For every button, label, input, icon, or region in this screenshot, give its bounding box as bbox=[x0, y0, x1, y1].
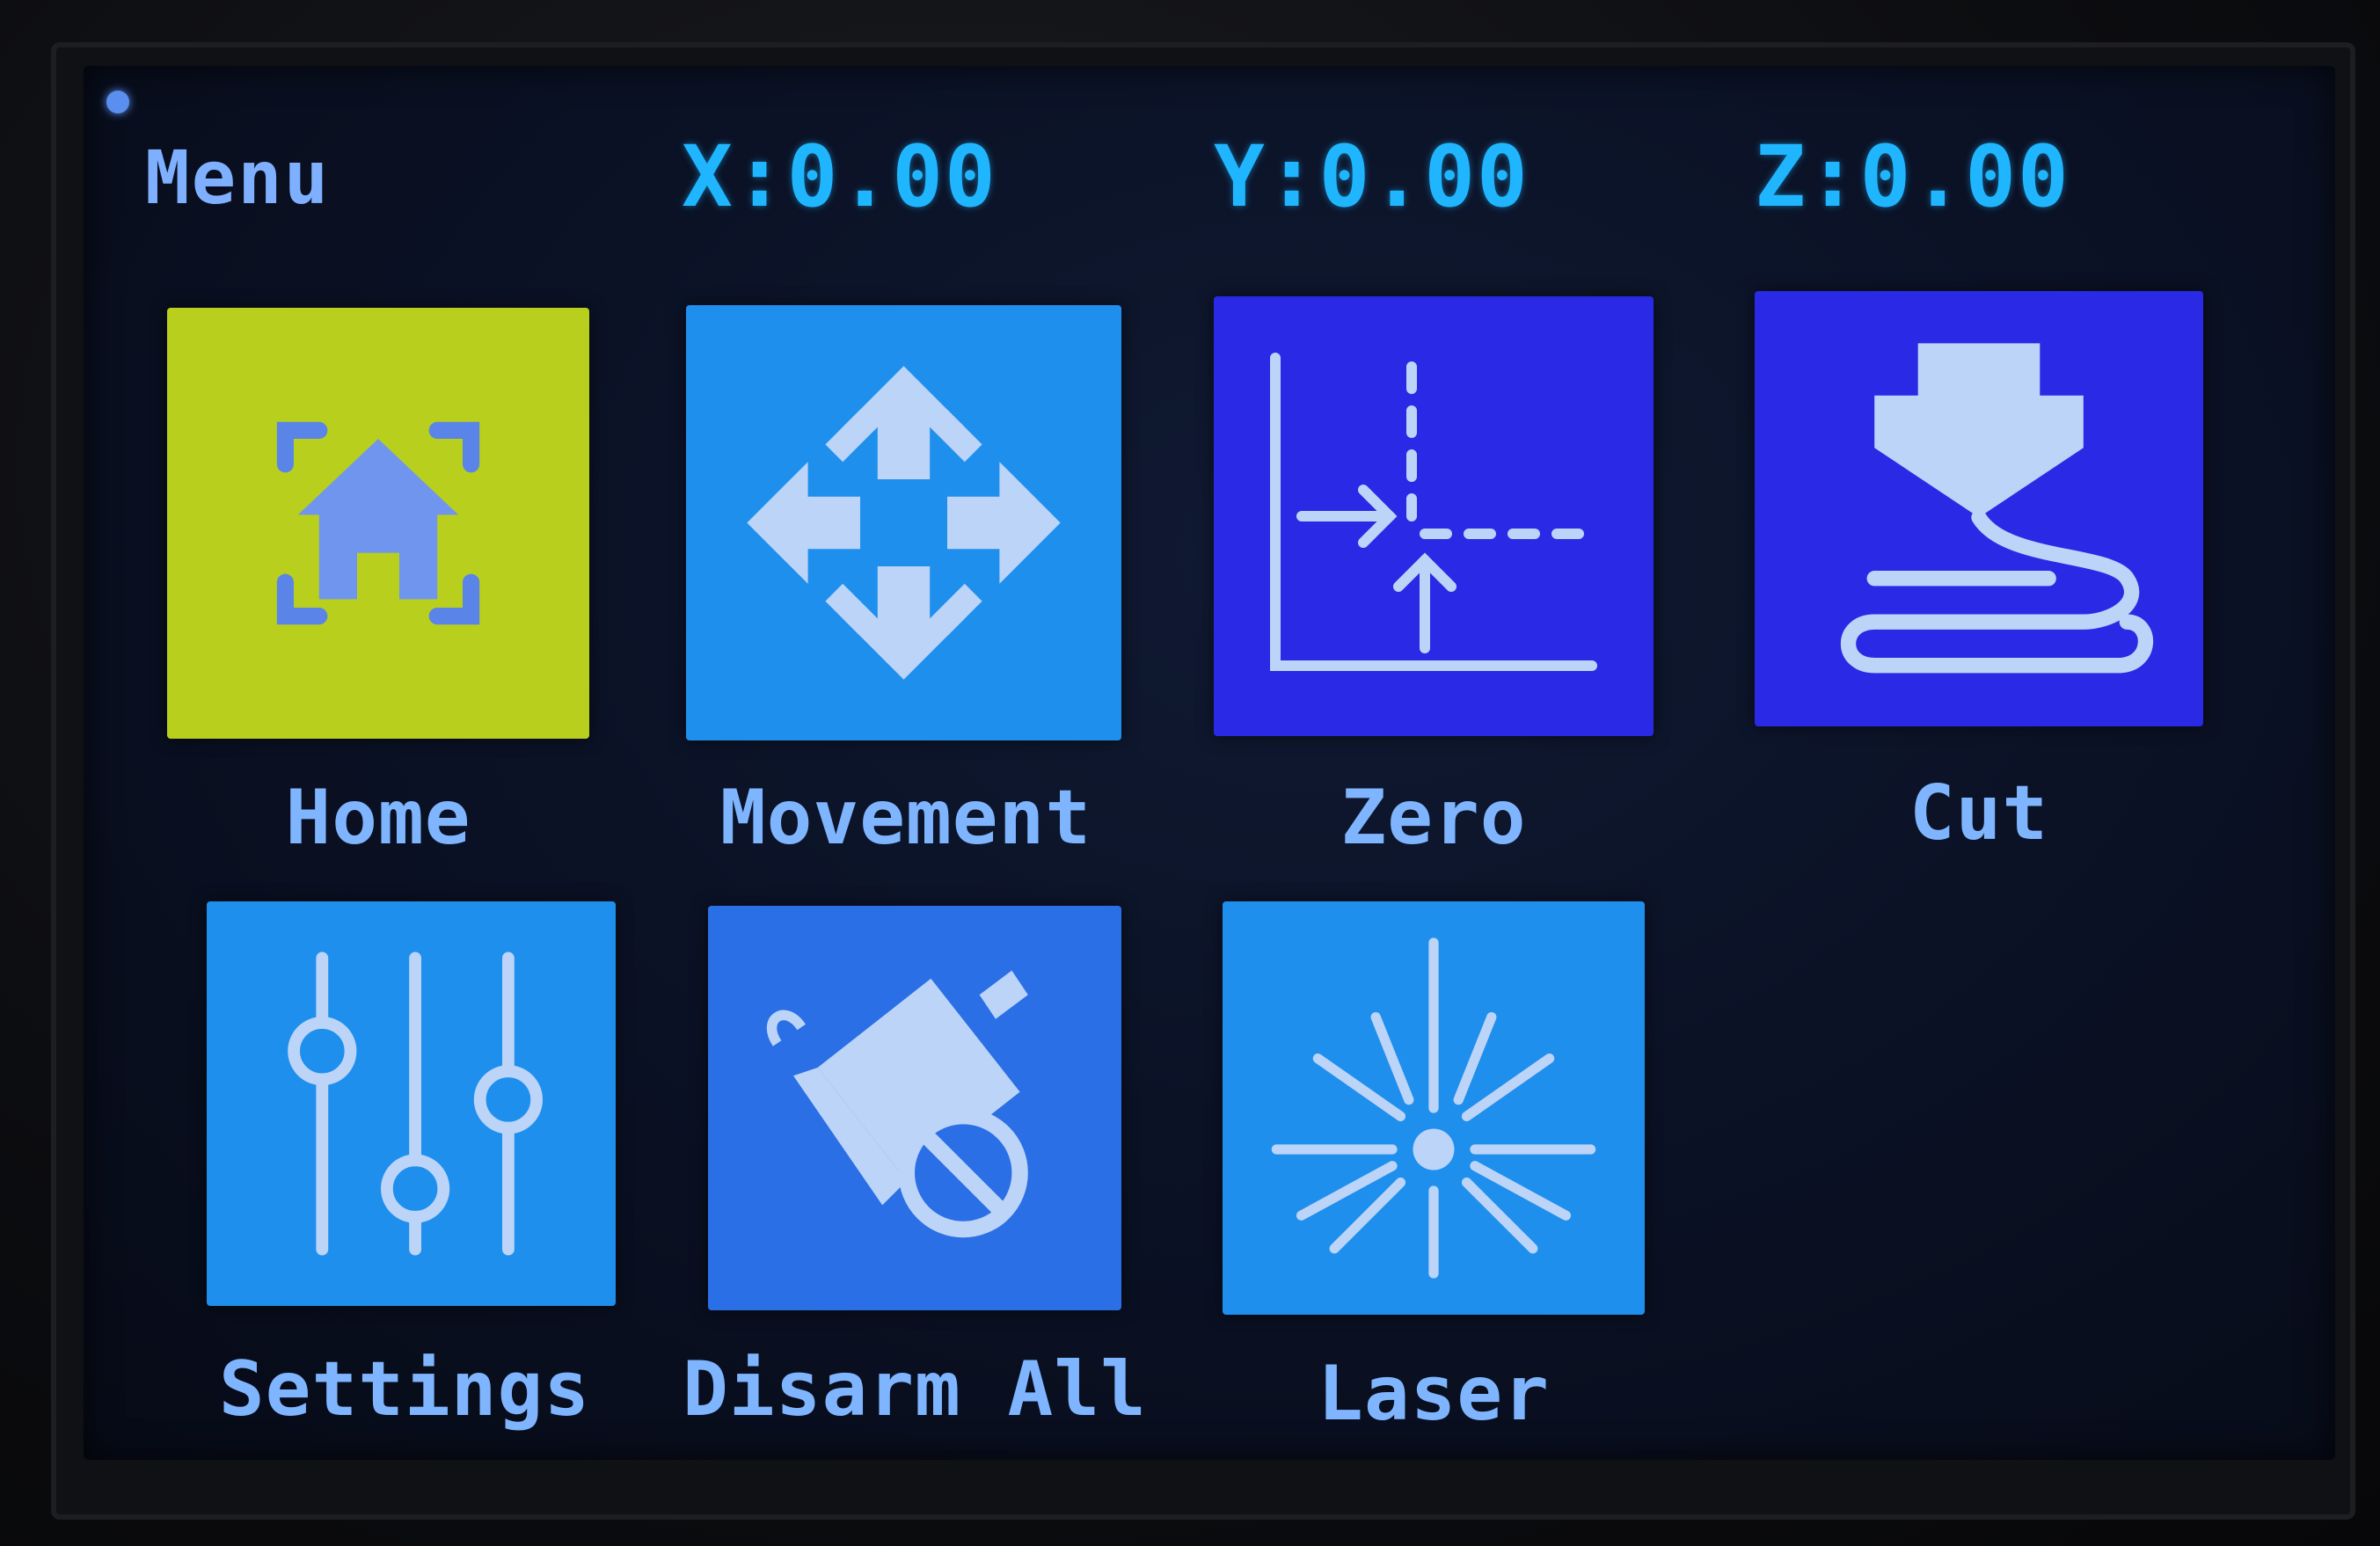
zero-label: Zero bbox=[1340, 774, 1527, 862]
laser-button[interactable] bbox=[1223, 901, 1645, 1315]
menu-title: Menu bbox=[145, 135, 331, 221]
motor-disable-icon bbox=[766, 970, 1028, 1238]
move-arrows-icon bbox=[747, 366, 1061, 680]
home-label: Home bbox=[285, 774, 471, 862]
cut-label: Cut bbox=[1909, 769, 2049, 857]
disarm-all-button[interactable] bbox=[708, 906, 1121, 1310]
movement-label: Movement bbox=[719, 774, 1092, 862]
laser-icon bbox=[1271, 937, 1596, 1279]
sliders-icon bbox=[288, 952, 543, 1256]
disarm-all-label: Disarm All bbox=[683, 1345, 1147, 1433]
cut-extrude-icon bbox=[1840, 343, 2154, 674]
home-icon bbox=[276, 421, 480, 625]
zero-axis-icon bbox=[1270, 353, 1597, 671]
laser-label: Laser bbox=[1318, 1350, 1550, 1438]
settings-button[interactable] bbox=[207, 901, 616, 1306]
home-button[interactable] bbox=[167, 308, 589, 739]
movement-button[interactable] bbox=[686, 305, 1121, 740]
touch-screen: Menu X:0.00 Y:0.00 Z:0.00 Home Movement … bbox=[84, 66, 2335, 1460]
z-position-readout: Z:0.00 bbox=[1755, 128, 2070, 226]
y-position-readout: Y:0.00 bbox=[1214, 128, 1529, 226]
cut-button[interactable] bbox=[1755, 291, 2203, 726]
settings-label: Settings bbox=[218, 1345, 591, 1433]
x-position-readout: X:0.00 bbox=[682, 128, 997, 226]
status-led bbox=[106, 91, 129, 113]
zero-button[interactable] bbox=[1214, 296, 1654, 736]
